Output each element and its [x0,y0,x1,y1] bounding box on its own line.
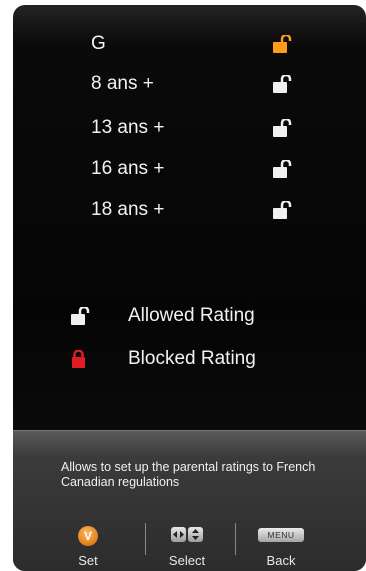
rating-row-16[interactable]: 16 ans + [91,154,341,184]
rating-row-g[interactable]: G [91,29,341,59]
unlocked-lock-icon [273,201,292,219]
back-label: Back [266,553,296,568]
divider [145,523,146,555]
help-description: Allows to set up the parental ratings to… [61,460,316,489]
set-control[interactable]: V Set [69,523,107,571]
unlocked-lock-icon [273,75,292,93]
rating-label: G [91,33,106,54]
legend-allowed-label: Allowed Rating [128,305,255,326]
rating-label: 16 ans + [91,158,165,179]
rating-row-8[interactable]: 8 ans + [91,69,341,99]
select-label: Select [168,553,206,568]
set-label: Set [78,553,98,568]
unlocked-lock-icon [71,307,90,325]
unlocked-lock-icon [273,160,292,178]
rating-label: 8 ans + [91,73,154,94]
locked-lock-icon [72,350,85,368]
up-down-arrows-icon [188,527,203,542]
divider [235,523,236,555]
unlocked-lock-icon [273,119,292,137]
rating-row-18[interactable]: 18 ans + [91,195,341,225]
rating-label: 13 ans + [91,117,165,138]
v-button-icon: V [78,526,98,546]
unlocked-lock-icon [273,35,292,53]
rating-label: 18 ans + [91,199,165,220]
menu-key-icon: MENU [258,528,304,542]
parental-ratings-panel: G 8 ans + 13 ans + 16 ans + 18 ans + All… [13,5,366,571]
legend-blocked-label: Blocked Rating [128,348,256,369]
back-control[interactable]: MENU Back [258,523,304,571]
select-control[interactable]: Select [163,523,211,571]
rating-row-13[interactable]: 13 ans + [91,113,341,143]
left-right-arrows-icon [171,527,186,542]
